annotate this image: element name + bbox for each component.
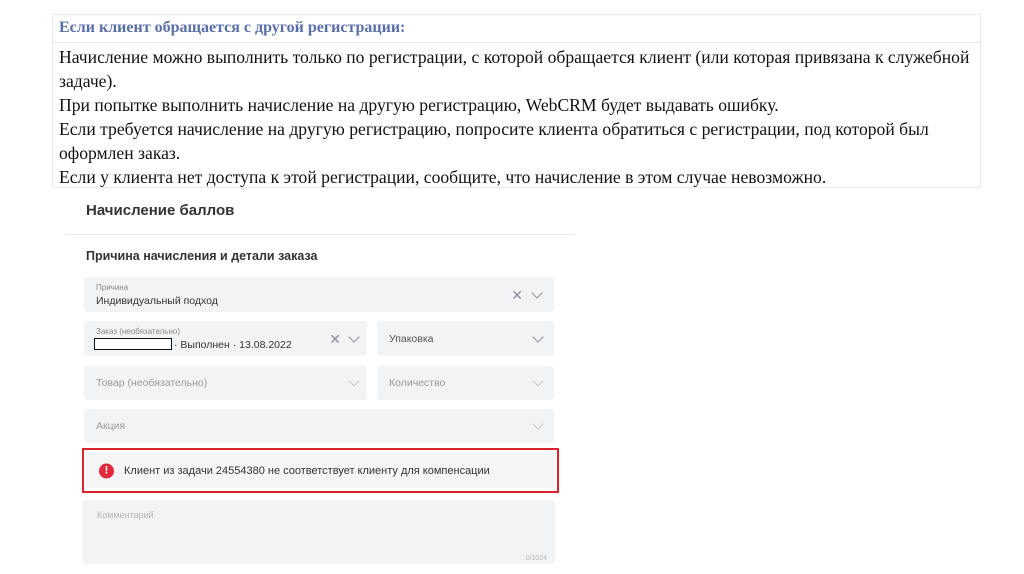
section-title: Причина начисления и детали заказа — [86, 249, 318, 263]
chevron-down-icon[interactable] — [532, 418, 544, 430]
instruction-paragraph: Если у клиента нет доступа к этой регист… — [59, 167, 827, 187]
product-select[interactable]: Товар (необязательно) — [84, 366, 367, 400]
clear-icon[interactable]: ✕ — [511, 288, 523, 302]
error-content: ! Клиент из задачи 24554380 не соответст… — [87, 453, 554, 488]
instruction-paragraph: Начисление можно выполнить только по рег… — [59, 47, 970, 91]
promo-placeholder: Акция — [96, 420, 126, 432]
chevron-down-icon[interactable] — [532, 375, 544, 387]
instruction-paragraph: Если требуется начисление на другую реги… — [59, 119, 929, 163]
divider — [66, 234, 574, 235]
comment-textarea[interactable]: Комментарий 0/1024 — [82, 500, 555, 564]
error-message-box: ! Клиент из задачи 24554380 не соответст… — [82, 448, 559, 493]
points-accrual-form: Начисление баллов Причина начисления и д… — [66, 190, 576, 574]
chevron-down-icon[interactable] — [531, 286, 543, 299]
character-counter: 0/1024 — [525, 555, 547, 562]
comment-placeholder: Комментарий — [97, 510, 154, 520]
form-title: Начисление баллов — [86, 202, 235, 219]
promo-select[interactable]: Акция — [84, 409, 554, 443]
instruction-body: Начисление можно выполнить только по рег… — [53, 43, 980, 189]
order-label: Заказ (необязательно) — [96, 327, 180, 336]
order-value: · Выполнен · 13.08.2022 — [174, 339, 292, 351]
reason-label: Причина — [96, 283, 129, 292]
quantity-select[interactable]: Количество — [377, 366, 554, 400]
chevron-down-icon[interactable] — [348, 330, 360, 343]
instruction-heading: Если клиент обращается с другой регистра… — [53, 15, 980, 43]
instruction-table: Если клиент обращается с другой регистра… — [52, 14, 981, 188]
instruction-paragraph: При попытке выполнить начисление на друг… — [59, 95, 779, 115]
redacted-order-number — [94, 338, 172, 350]
error-icon: ! — [99, 463, 114, 478]
product-placeholder: Товар (необязательно) — [96, 377, 208, 389]
packaging-placeholder: Упаковка — [389, 332, 434, 345]
chevron-down-icon[interactable] — [532, 330, 544, 343]
error-text: Клиент из задачи 24554380 не соответству… — [124, 464, 490, 477]
quantity-placeholder: Количество — [389, 377, 446, 389]
clear-icon[interactable]: ✕ — [329, 332, 341, 346]
packaging-select[interactable]: Упаковка — [377, 321, 554, 356]
reason-select[interactable]: Причина Индивидуальный подход ✕ — [84, 277, 554, 312]
reason-value: Индивидуальный подход — [96, 295, 218, 307]
chevron-down-icon[interactable] — [348, 375, 360, 387]
